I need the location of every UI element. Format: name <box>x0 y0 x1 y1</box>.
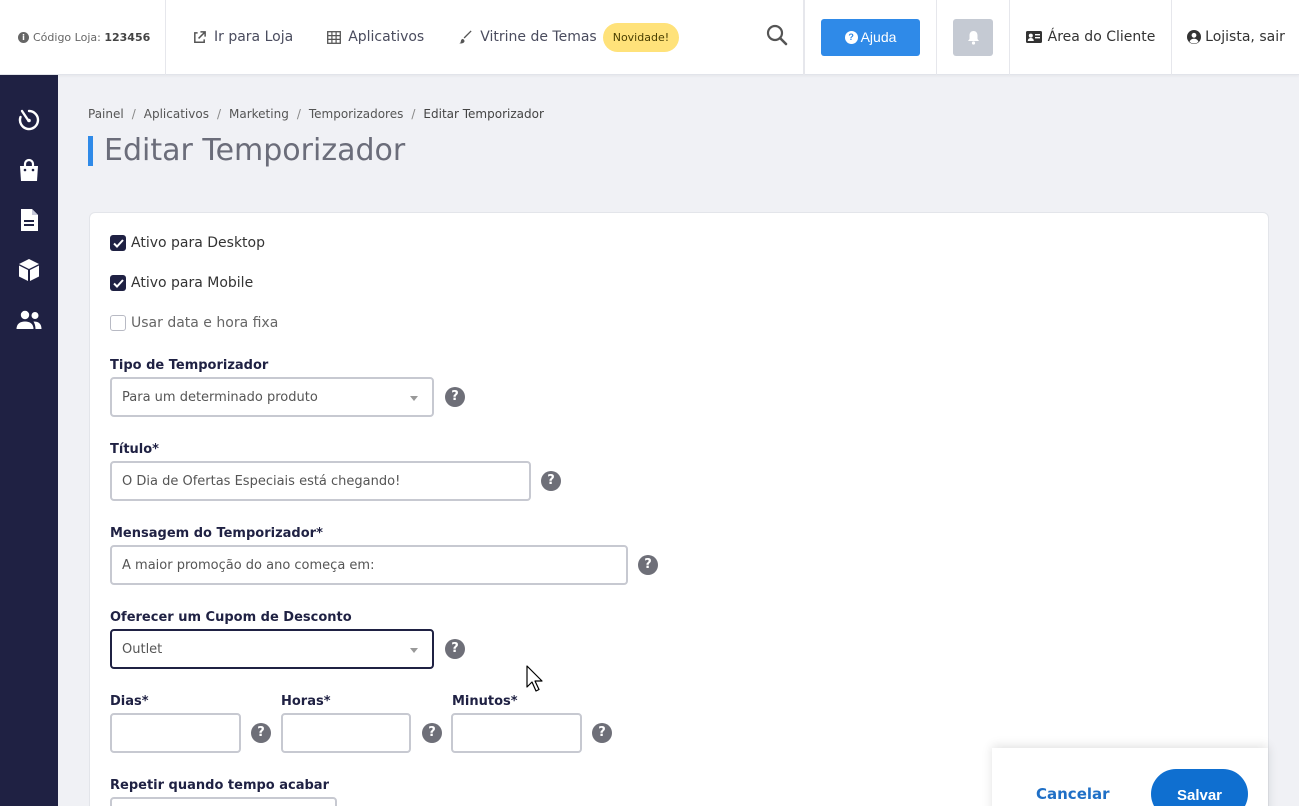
help-button-label: Ajuda <box>860 29 897 45</box>
repeat-label: Repetir quando tempo acabar <box>110 778 329 793</box>
minutes-input[interactable] <box>451 713 582 753</box>
nav-theme-showcase[interactable]: Vitrine de Temas <box>458 29 597 45</box>
breadcrumb-item-apps[interactable]: Aplicativos <box>144 107 209 121</box>
client-area-label: Área do Cliente <box>1047 29 1156 45</box>
store-code-value: 123456 <box>104 30 151 44</box>
new-badge: Novidade! <box>602 22 680 52</box>
top-bar: i Código Loja: 123456 Ir para Loja Aplic… <box>0 0 1299 75</box>
repeat-select[interactable] <box>110 797 337 806</box>
breadcrumb-item-current: Editar Temporizador <box>423 107 544 121</box>
client-area-link[interactable]: Área do Cliente <box>1010 0 1172 75</box>
message-help-icon[interactable]: ? <box>638 555 658 575</box>
days-input[interactable] <box>110 713 241 753</box>
coupon-value: Outlet <box>122 641 163 657</box>
timer-type-select[interactable]: Para um determinado produto <box>110 377 434 417</box>
hours-label: Horas* <box>281 694 331 709</box>
store-code: i Código Loja: 123456 <box>0 0 166 75</box>
nav-theme-showcase-label: Vitrine de Temas <box>480 29 597 45</box>
dashboard-icon <box>18 109 40 131</box>
id-card-icon <box>1025 31 1042 43</box>
coupon-help-icon[interactable]: ? <box>445 639 465 659</box>
title-label: Título* <box>110 442 159 457</box>
brush-icon <box>459 29 472 43</box>
sidebar-item-products[interactable] <box>16 257 42 283</box>
timer-type-value: Para um determinado produto <box>122 389 318 405</box>
logout-link[interactable]: Lojista, sair <box>1172 0 1299 75</box>
chevron-down-icon <box>410 648 418 653</box>
cancel-button[interactable]: Cancelar <box>1036 785 1110 803</box>
fixed-datetime-label: Usar data e hora fixa <box>131 315 279 331</box>
nav-go-to-store[interactable]: Ir para Loja <box>192 29 293 45</box>
checkbox-unchecked-icon <box>110 315 126 331</box>
box-icon <box>19 259 39 281</box>
external-link-icon <box>194 30 206 43</box>
breadcrumb: Painel / Aplicativos / Marketing / Temporiz… <box>88 107 544 121</box>
user-circle-icon <box>1187 30 1202 44</box>
title-help-icon[interactable]: ? <box>541 471 561 491</box>
hours-input[interactable] <box>281 713 411 753</box>
breadcrumb-item-timers[interactable]: Temporizadores <box>309 107 404 121</box>
bell-icon <box>967 30 979 45</box>
message-label: Mensagem do Temporizador* <box>110 526 323 541</box>
mouse-cursor-icon <box>526 665 543 692</box>
minutes-help-icon[interactable]: ? <box>592 723 612 743</box>
top-nav: Ir para Loja Aplicativos Vitrine de Tema… <box>166 0 804 75</box>
breadcrumb-item-marketing[interactable]: Marketing <box>229 107 289 121</box>
sidebar <box>0 75 58 806</box>
shopping-bag-icon <box>20 158 38 181</box>
title-value: O Dia de Ofertas Especiais está chegando… <box>122 473 401 489</box>
chevron-down-icon <box>410 396 418 401</box>
fixed-datetime-checkbox[interactable]: Usar data e hora fixa <box>110 315 278 331</box>
nav-go-to-store-label: Ir para Loja <box>214 29 294 45</box>
notifications-button[interactable] <box>953 18 993 56</box>
message-value: A maior promoção do ano começa em: <box>122 557 375 573</box>
sidebar-item-dashboard[interactable] <box>16 107 42 133</box>
sidebar-item-customers[interactable] <box>16 307 42 333</box>
days-help-icon[interactable]: ? <box>251 723 271 743</box>
search-button[interactable] <box>766 24 788 50</box>
save-button[interactable]: Salvar <box>1151 769 1248 806</box>
nav-apps-label: Aplicativos <box>348 29 425 45</box>
coupon-label: Oferecer um Cupom de Desconto <box>110 610 352 625</box>
title-input[interactable]: O Dia de Ofertas Especiais está chegando… <box>110 461 531 501</box>
notifications-section <box>937 0 1010 75</box>
form-action-bar: Cancelar Salvar <box>992 748 1268 806</box>
message-input[interactable]: A maior promoção do ano começa em: <box>110 545 628 585</box>
hours-help-icon[interactable]: ? <box>422 723 442 743</box>
store-code-label: Código Loja: <box>33 30 101 44</box>
logout-label: Lojista, sair <box>1205 29 1285 45</box>
active-mobile-checkbox[interactable]: Ativo para Mobile <box>110 275 253 291</box>
document-icon <box>21 209 38 231</box>
active-mobile-label: Ativo para Mobile <box>131 275 254 291</box>
help-section: ? Ajuda <box>805 0 937 75</box>
grid-icon <box>327 30 342 44</box>
checkbox-checked-icon <box>110 235 126 251</box>
active-desktop-checkbox[interactable]: Ativo para Desktop <box>110 235 265 251</box>
breadcrumb-item-panel[interactable]: Painel <box>88 107 124 121</box>
info-icon: i <box>18 31 29 43</box>
minutes-label: Minutos* <box>452 694 518 709</box>
days-label: Dias* <box>110 694 149 709</box>
page-title: Editar Temporizador <box>88 136 405 166</box>
coupon-select[interactable]: Outlet <box>110 629 434 669</box>
help-button[interactable]: ? Ajuda <box>821 18 920 56</box>
timer-type-label: Tipo de Temporizador <box>110 358 269 373</box>
question-icon: ? <box>844 30 858 44</box>
users-icon <box>16 310 42 329</box>
sidebar-item-pages[interactable] <box>16 207 42 233</box>
sidebar-item-orders[interactable] <box>16 157 42 183</box>
search-icon <box>766 24 788 46</box>
form-card: Ativo para Desktop Ativo para Mobile Usa… <box>89 212 1269 806</box>
checkbox-checked-icon <box>110 275 126 291</box>
timer-type-help-icon[interactable]: ? <box>445 387 465 407</box>
active-desktop-label: Ativo para Desktop <box>131 235 265 251</box>
nav-apps[interactable]: Aplicativos <box>327 29 424 45</box>
